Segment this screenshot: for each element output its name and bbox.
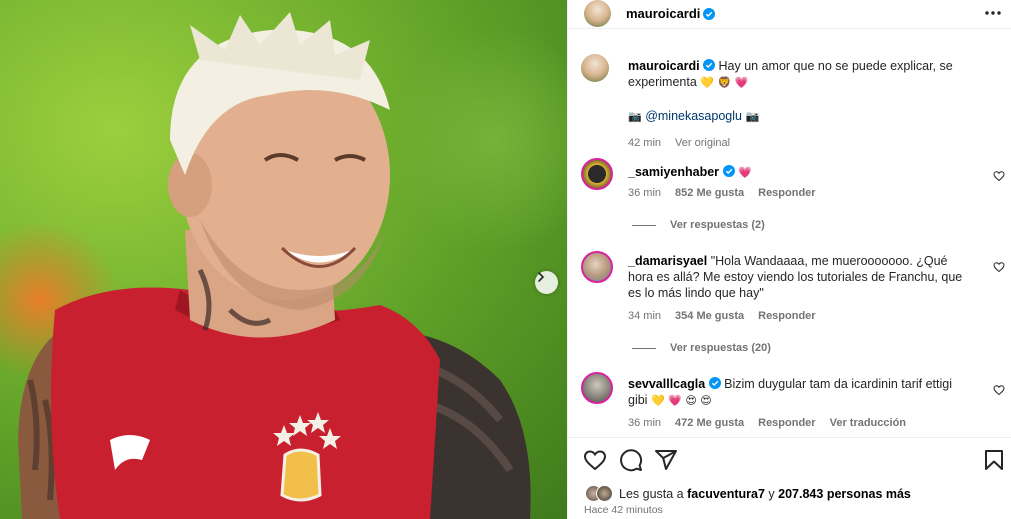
comment-like-heart-icon[interactable] — [993, 261, 1005, 273]
comment-meta: 36 min 852 Me gusta Responder — [628, 187, 816, 199]
likes-summary: Les gusta a facuventura7 y 207.843 perso… — [585, 485, 911, 503]
comment-time[interactable]: 36 min — [628, 187, 661, 199]
post-image[interactable] — [0, 0, 567, 519]
comment-like-heart-icon[interactable] — [993, 384, 1005, 396]
commenter-avatar[interactable] — [581, 251, 613, 283]
reply-button[interactable]: Responder — [758, 310, 815, 322]
view-replies-label[interactable]: Ver respuestas (2) — [670, 219, 765, 231]
comments-list[interactable]: mauroicardi Hay un amor que no se puede … — [568, 44, 1011, 436]
verified-icon — [703, 59, 716, 71]
comment-meta: 36 min 472 Me gusta Responder Ver traduc… — [628, 417, 906, 429]
caption-mention[interactable]: @minekasapoglu — [645, 109, 742, 123]
reply-button[interactable]: Responder — [758, 187, 815, 199]
likes-connector: y — [768, 487, 775, 501]
author-username-text[interactable]: mauroicardi — [626, 6, 700, 21]
post-header: mauroicardi — [568, 0, 1011, 29]
bookmark-icon[interactable] — [982, 448, 1006, 472]
heart-icon[interactable] — [583, 448, 607, 472]
post-actions: Les gusta a facuventura7 y 207.843 perso… — [568, 437, 1011, 519]
verified-icon — [708, 377, 721, 389]
caption-username[interactable]: mauroicardi — [628, 59, 700, 73]
comment-username[interactable]: sevvalllcagla — [628, 377, 705, 391]
replies-divider — [632, 347, 656, 349]
reply-button[interactable]: Responder — [758, 417, 815, 429]
post-side-panel: mauroicardi mauroicardi Hay un amor que … — [567, 0, 1011, 519]
comment-likes[interactable]: 472 Me gusta — [675, 417, 744, 429]
camera-icon: 📷 — [745, 110, 760, 123]
caption-time[interactable]: 42 min — [628, 137, 661, 149]
see-original-button[interactable]: Ver original — [675, 137, 730, 149]
comment-username[interactable]: _damarisyael — [628, 254, 707, 268]
player-illustration — [18, 12, 531, 519]
camera-icon: 📷 — [628, 110, 642, 123]
caption-meta: 42 min Ver original — [628, 137, 730, 149]
commenter-avatar[interactable] — [581, 372, 613, 404]
likes-prefix: Les gusta a — [619, 487, 684, 501]
comment-meta: 34 min 354 Me gusta Responder — [628, 310, 816, 322]
author-username[interactable]: mauroicardi — [626, 6, 716, 21]
caption-text: mauroicardi Hay un amor que no se puede … — [628, 58, 988, 91]
comment-text: _damarisyael "Hola Wandaaaa, me mueroooo… — [628, 253, 968, 301]
comment-text: sevvalllcagla Bizim duygular tam da icar… — [628, 376, 968, 409]
chevron-right-icon — [538, 272, 545, 282]
comment-time[interactable]: 34 min — [628, 310, 661, 322]
caption-avatar[interactable] — [581, 54, 609, 82]
likes-count[interactable]: 207.843 personas más — [778, 487, 911, 501]
comment-emojis: 💛 💗 😍 😍 — [650, 394, 712, 407]
carousel-next-button[interactable] — [535, 271, 558, 294]
more-options-icon[interactable] — [982, 4, 1004, 22]
comment-like-heart-icon[interactable] — [993, 170, 1005, 182]
comment-icon[interactable] — [619, 448, 643, 472]
replies-divider — [632, 224, 656, 226]
caption-mention-line: 📷 @minekasapoglu 📷 — [628, 108, 759, 125]
view-replies-button[interactable]: Ver respuestas (20) — [632, 342, 771, 354]
author-avatar[interactable] — [584, 0, 611, 27]
translate-button[interactable]: Ver traducción — [830, 417, 906, 429]
comment-likes[interactable]: 354 Me gusta — [675, 310, 744, 322]
comment-emojis: 💗 — [738, 166, 752, 179]
comment-time[interactable]: 36 min — [628, 417, 661, 429]
comment-username[interactable]: _samiyenhaber — [628, 165, 719, 179]
comment-likes[interactable]: 852 Me gusta — [675, 187, 744, 199]
liker-avatar — [596, 485, 613, 502]
verified-icon — [703, 7, 716, 20]
post-timestamp[interactable]: Hace 42 minutos — [584, 504, 663, 516]
likes-user[interactable]: facuventura7 — [687, 487, 765, 501]
share-icon[interactable] — [654, 448, 678, 472]
view-replies-label[interactable]: Ver respuestas (20) — [670, 342, 771, 354]
view-replies-button[interactable]: Ver respuestas (2) — [632, 219, 765, 231]
liker-avatars — [585, 485, 615, 503]
verified-icon — [722, 165, 735, 177]
commenter-avatar[interactable] — [581, 158, 613, 190]
caption-emojis: 💛 🦁 💗 — [700, 76, 749, 89]
comment-text: _samiyenhaber 💗 — [628, 164, 752, 181]
